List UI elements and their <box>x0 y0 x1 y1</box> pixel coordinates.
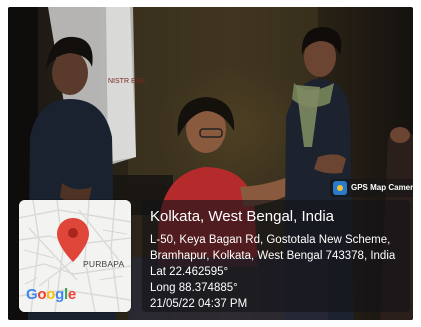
location-info-panel: Kolkata, West Bengal, India L-50, Keya B… <box>142 200 410 312</box>
gps-camera-icon <box>333 181 347 195</box>
google-logo: Google <box>26 286 76 303</box>
longitude: Long 88.374885° <box>150 282 238 294</box>
location-title: Kolkata, West Bengal, India <box>150 208 334 225</box>
gps-camera-badge: GPS Map Camera <box>330 179 413 197</box>
badge-label: GPS Map Camera <box>351 183 413 192</box>
address-line-1: L-50, Keya Bagan Rd, Gostotala New Schem… <box>150 234 391 246</box>
timestamp: 21/05/22 04:37 PM <box>150 298 248 310</box>
photo-frame: NISTR EGE GPS Map Camera PURBAPA Google … <box>8 7 413 320</box>
latitude: Lat 22.462595° <box>150 266 229 278</box>
map-place-label: PURBAPA <box>83 259 125 269</box>
address-line-2: Bramhapur, Kolkata, West Bengal 743378, … <box>150 250 396 262</box>
banner-text-1: NISTR EGE <box>108 78 146 85</box>
map-thumbnail: PURBAPA Google <box>19 200 131 312</box>
